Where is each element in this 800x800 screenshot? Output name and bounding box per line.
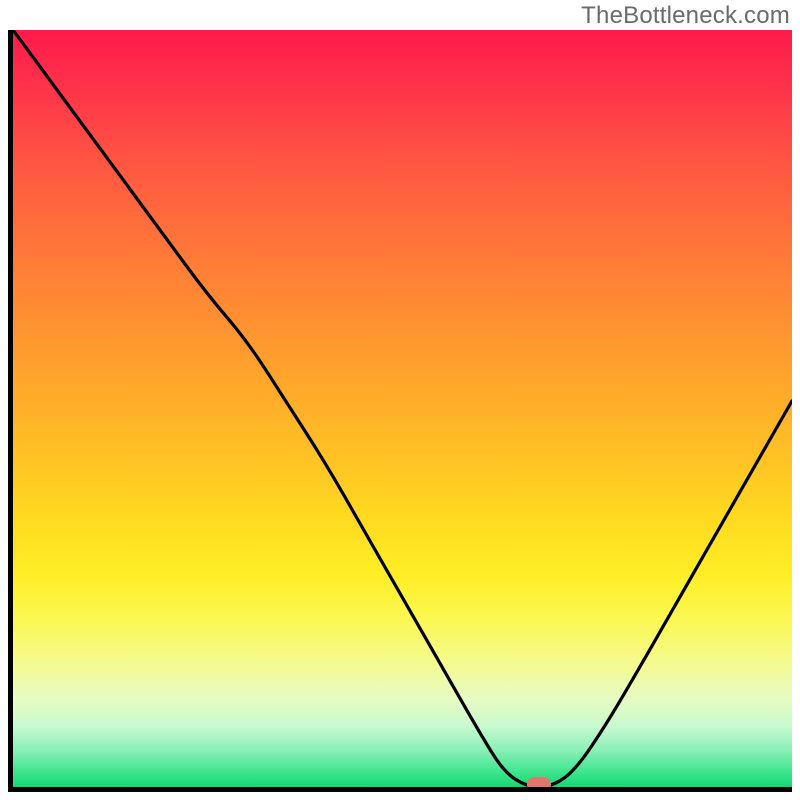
heat-gradient (13, 30, 792, 787)
plot-area (8, 30, 792, 792)
optimal-point-marker (527, 777, 551, 792)
bottleneck-chart: TheBottleneck.com (0, 0, 800, 800)
watermark-label: TheBottleneck.com (581, 2, 790, 30)
